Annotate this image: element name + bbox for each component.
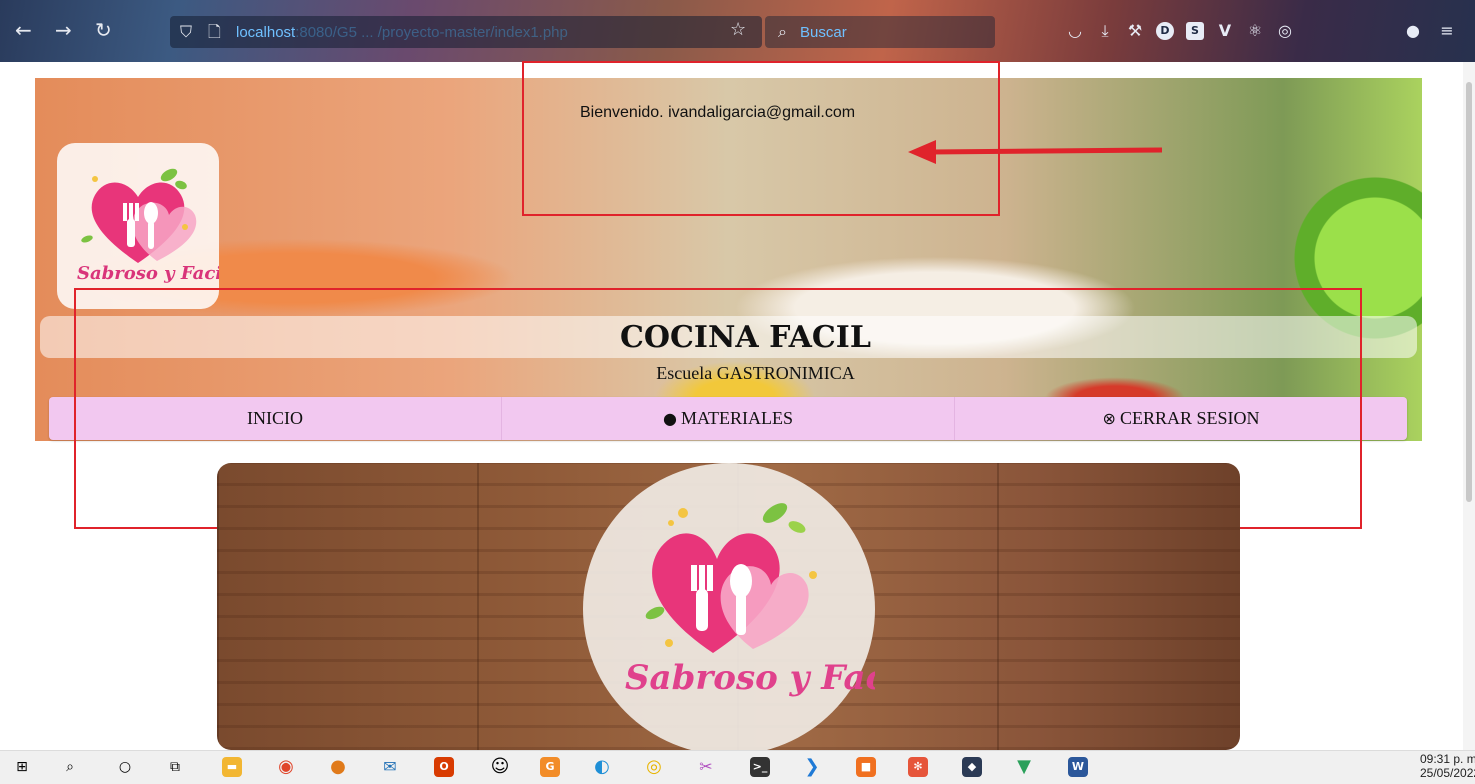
snipping-tool-icon[interactable]: ✂ [696,757,716,777]
taskbar-search-icon[interactable]: ⌕ [60,757,80,777]
page-scrollbar[interactable] [1463,62,1475,750]
logo-text: Sabroso y Facil [77,263,219,284]
extension-d-icon[interactable]: D [1156,22,1174,40]
taskbar-clock[interactable]: 09:31 p. m. 25/05/2022 [1420,752,1475,780]
file-explorer-icon[interactable]: ▬ [222,757,242,777]
wrench-icon[interactable]: ⚒ [1126,22,1144,40]
xampp-control-icon[interactable]: ✻ [908,757,928,777]
cortana-icon[interactable]: ○ [115,757,135,777]
header-logo[interactable]: Sabroso y Facil [57,143,229,309]
sabroso-facil-large-logo-icon: Sabroso y Facil [625,503,912,698]
edge-icon[interactable]: ◐ [592,757,612,777]
mail-icon[interactable]: ✉ [380,757,400,777]
bookmark-star-icon[interactable]: ☆ [730,20,746,40]
search-input[interactable]: Buscar [800,24,847,41]
addon-icon[interactable]: ◎ [1276,22,1294,40]
account-icon[interactable]: ● [1404,22,1422,40]
chrome-icon[interactable]: ◉ [276,757,296,777]
app-g-icon[interactable]: G [540,757,560,777]
pocket-icon[interactable]: ◡ [1066,22,1084,40]
word-icon[interactable]: W [1068,757,1088,777]
search-icon: ⌕ [778,22,787,41]
menu-icon[interactable]: ≡ [1438,22,1456,40]
vscode-icon[interactable]: ❯ [802,757,822,777]
page-icon: 🗋 [208,22,221,41]
remote-app-icon[interactable]: ◆ [962,757,982,777]
shield-icon[interactable]: ⛉ [180,22,192,42]
download-icon[interactable]: ⤓ [1096,22,1114,40]
clock-date: 25/05/2022 [1420,766,1475,780]
reload-icon[interactable]: ↻ [95,20,112,40]
task-view-icon[interactable]: ⧉ [165,757,185,777]
vue-extension-icon[interactable]: V [1216,22,1234,40]
main-logo-text: Sabroso y Facil [625,658,875,698]
annotation-arrow-icon [908,140,1163,164]
back-arrow-icon[interactable]: ← [15,20,32,40]
scrollbar-thumb[interactable] [1466,82,1472,502]
office-icon[interactable]: O [434,757,454,777]
clock-time: 09:31 p. m. [1420,752,1475,766]
windows-start-icon[interactable]: ⊞ [12,757,32,777]
vpn-app-icon[interactable]: ▼ [1014,757,1034,777]
xampp-icon[interactable]: ■ [856,757,876,777]
url-text[interactable]: localhost:8080/G5 ... /proyecto-master/i… [236,24,568,41]
main-logo: Sabroso y Facil [583,463,912,755]
extension-s-icon[interactable]: S [1186,22,1204,40]
media-disc-icon[interactable]: ◎ [644,757,664,777]
sabroso-facil-logo-icon: Sabroso y Facil [77,168,229,284]
firefox-icon[interactable]: ● [328,757,348,777]
terminal-icon[interactable]: >_ [750,757,770,777]
react-extension-icon[interactable]: ⚛ [1246,22,1264,40]
emoji-app-icon[interactable]: ☺ [490,757,510,777]
forward-arrow-icon[interactable]: → [55,20,72,40]
